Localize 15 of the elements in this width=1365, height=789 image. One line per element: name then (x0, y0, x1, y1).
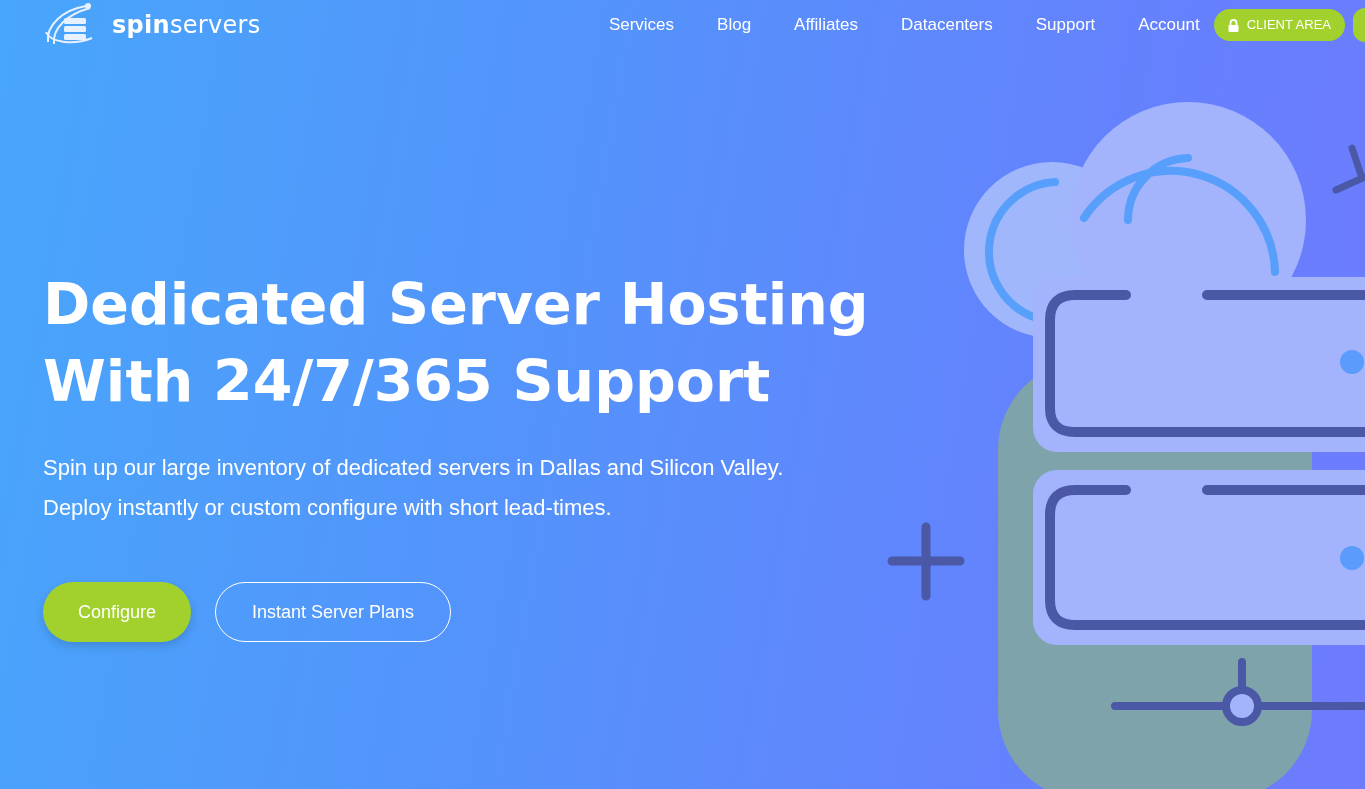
client-area-button[interactable]: CLIENT AREA (1213, 9, 1345, 41)
logo-text[interactable]: spinservers (112, 7, 261, 43)
nav-link[interactable]: Account (1138, 12, 1200, 38)
nav-link[interactable]: Blog (717, 12, 752, 38)
hero-subtitle: Deploy instantly or custom configure with short lead-times. (43, 494, 613, 522)
nav-link[interactable]: Support (1035, 12, 1096, 38)
nav-link[interactable]: Services (608, 12, 675, 38)
nav-link[interactable]: Datacenters (901, 12, 993, 38)
nav-button[interactable] (1353, 8, 1365, 42)
lock-icon (1227, 18, 1239, 32)
hero-title: Dedicated Server Hosting (43, 270, 869, 339)
hero-title: With 24/7/365 Support (43, 347, 771, 416)
hero-subtitle: Spin up our large inventory of dedicated servers in Dallas and Silicon Valley. (43, 454, 785, 482)
configure-button[interactable]: Configure (43, 582, 191, 642)
nav-link[interactable]: Affiliates (794, 12, 859, 38)
